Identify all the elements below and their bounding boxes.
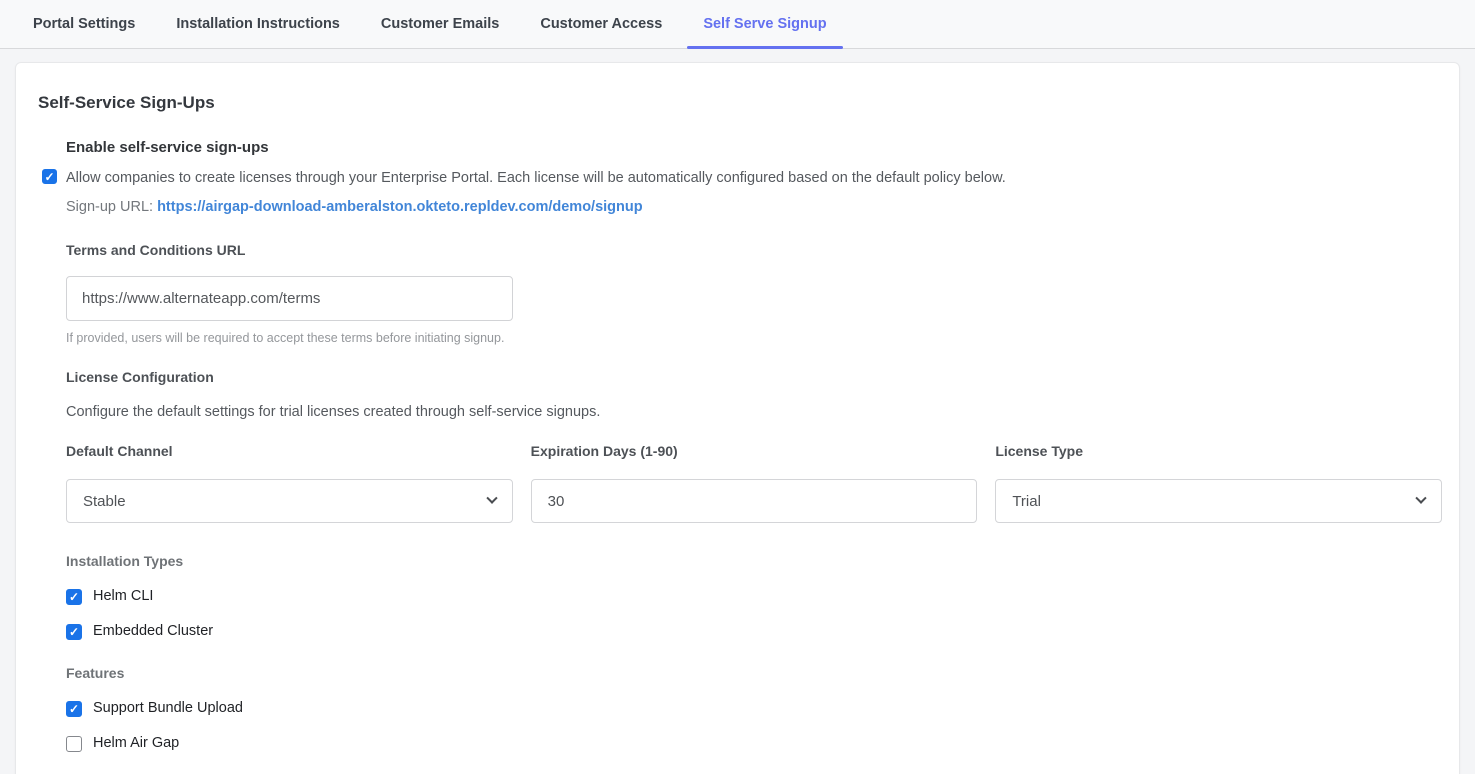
support-bundle-upload-label: Support Bundle Upload (93, 700, 243, 716)
enable-signups-heading: Enable self-service sign-ups (66, 139, 1439, 156)
license-type-value: Trial (1012, 493, 1417, 510)
enable-signups-row: Allow companies to create licenses throu… (42, 168, 1439, 189)
terms-url-label: Terms and Conditions URL (66, 242, 1439, 258)
helm-cli-checkbox[interactable] (66, 589, 82, 605)
support-bundle-upload-checkbox[interactable] (66, 701, 82, 717)
default-channel-field: Default Channel Stable (66, 443, 513, 523)
license-config-fields: Default Channel Stable Expiration Days (… (66, 443, 1442, 523)
tab-portal-settings[interactable]: Portal Settings (17, 0, 151, 48)
enable-signups-checkbox[interactable] (42, 169, 57, 184)
license-type-label: License Type (995, 443, 1442, 459)
expiration-days-input[interactable]: 30 (531, 479, 978, 523)
tab-installation-instructions[interactable]: Installation Instructions (160, 0, 356, 48)
signup-url-line: Sign-up URL: https://airgap-download-amb… (66, 197, 1439, 218)
installation-types-heading: Installation Types (66, 553, 1439, 569)
option-support-bundle-upload[interactable]: Support Bundle Upload (66, 700, 1439, 716)
chevron-down-icon (1415, 493, 1426, 504)
default-channel-label: Default Channel (66, 443, 513, 459)
expiration-days-field: Expiration Days (1-90) 30 (531, 443, 978, 523)
tab-bar: Portal Settings Installation Instruction… (0, 0, 1475, 49)
license-configuration-heading: License Configuration (66, 369, 1439, 385)
license-configuration-description: Configure the default settings for trial… (66, 402, 1439, 423)
license-type-select[interactable]: Trial (995, 479, 1442, 523)
features-heading: Features (66, 665, 1439, 681)
terms-url-input[interactable] (66, 276, 513, 321)
embedded-cluster-label: Embedded Cluster (93, 623, 213, 639)
license-type-field: License Type Trial (995, 443, 1442, 523)
option-embedded-cluster[interactable]: Embedded Cluster (66, 623, 1439, 639)
signup-url-label: Sign-up URL: (66, 199, 153, 215)
expiration-days-label: Expiration Days (1-90) (531, 443, 978, 459)
tab-customer-access[interactable]: Customer Access (524, 0, 678, 48)
embedded-cluster-checkbox[interactable] (66, 624, 82, 640)
default-channel-value: Stable (83, 493, 488, 510)
option-helm-cli[interactable]: Helm CLI (66, 588, 1439, 604)
enable-signups-description: Allow companies to create licenses throu… (66, 168, 1006, 189)
expiration-days-value: 30 (548, 493, 961, 510)
helm-cli-label: Helm CLI (93, 588, 153, 604)
settings-card: Self-Service Sign-Ups Enable self-servic… (15, 62, 1460, 774)
chevron-down-icon (486, 493, 497, 504)
helm-air-gap-checkbox[interactable] (66, 736, 82, 752)
signup-url-link[interactable]: https://airgap-download-amberalston.okte… (157, 199, 643, 215)
page-title: Self-Service Sign-Ups (38, 93, 1439, 113)
tab-customer-emails[interactable]: Customer Emails (365, 0, 515, 48)
terms-helper-text: If provided, users will be required to a… (66, 331, 1439, 345)
default-channel-select[interactable]: Stable (66, 479, 513, 523)
option-helm-air-gap[interactable]: Helm Air Gap (66, 735, 1439, 751)
helm-air-gap-label: Helm Air Gap (93, 735, 179, 751)
tab-self-serve-signup[interactable]: Self Serve Signup (687, 0, 842, 48)
